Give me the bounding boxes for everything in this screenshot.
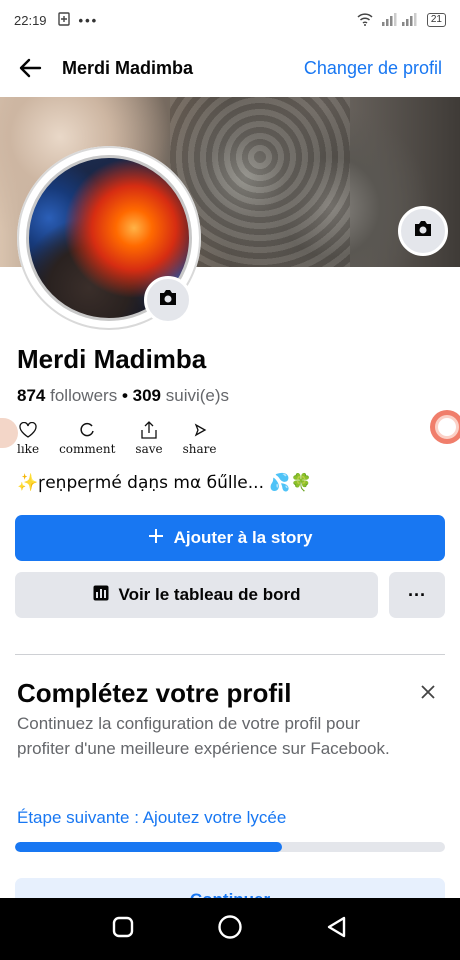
recent-apps-icon[interactable]	[112, 916, 134, 943]
stats-separator: •	[121, 386, 128, 405]
system-nav-bar	[0, 898, 460, 960]
floating-assist-button[interactable]	[430, 410, 460, 444]
reaction-like-label: lıke	[17, 442, 40, 456]
back-arrow-icon[interactable]	[18, 54, 46, 82]
profile-progress-fill	[15, 842, 282, 852]
edit-avatar-button[interactable]	[144, 276, 192, 324]
reaction-like[interactable]: lıke	[17, 420, 39, 456]
status-time: 22:19	[14, 12, 47, 28]
signal-icon	[381, 12, 419, 29]
next-step-link[interactable]: Étape suivante : Ajoutez votre lycée	[17, 808, 286, 828]
edit-cover-button[interactable]	[398, 206, 448, 256]
more-options-label: ···	[408, 584, 426, 605]
reaction-save[interactable]: save	[135, 420, 163, 456]
complete-profile-title: Complétez votre profil	[17, 678, 292, 708]
reaction-row: lıke comment save share	[17, 420, 217, 456]
dashboard-icon	[93, 585, 109, 606]
sim-icon	[57, 11, 71, 29]
followers-count[interactable]: 874	[17, 386, 45, 405]
reaction-comment[interactable]: comment	[59, 420, 115, 456]
plus-icon	[148, 528, 164, 549]
camera-icon	[413, 220, 433, 242]
follow-stats: 874 followers • 309 suivi(e)s	[17, 386, 229, 406]
side-floating-bubble[interactable]	[0, 418, 18, 448]
complete-profile-description: Continuez la configuration de votre prof…	[17, 714, 390, 758]
profile-name: Merdi Madimba	[17, 344, 207, 374]
dashboard-label: Voir le tableau de bord	[118, 585, 301, 604]
more-dots-icon: •••	[78, 12, 99, 28]
more-options-button[interactable]: ···	[389, 572, 445, 618]
add-to-story-label: Ajouter à la story	[173, 528, 313, 547]
top-header: Merdi Madimba Changer de profil	[0, 44, 460, 92]
reaction-save-label: save	[135, 442, 163, 456]
save-icon	[139, 420, 159, 440]
followers-label[interactable]: followers	[50, 386, 117, 405]
page-title: Merdi Madimba	[62, 57, 194, 78]
battery-icon: 21	[426, 13, 446, 27]
comment-icon	[79, 420, 95, 440]
close-icon[interactable]	[420, 680, 436, 706]
share-icon	[193, 420, 207, 440]
switch-profile-link[interactable]: Changer de profil	[304, 58, 442, 79]
heart-icon	[19, 420, 37, 440]
dashboard-button[interactable]: Voir le tableau de bord	[15, 572, 378, 618]
add-to-story-button[interactable]: Ajouter à la story	[15, 515, 445, 561]
back-triangle-icon[interactable]	[326, 916, 348, 943]
camera-icon	[158, 289, 178, 311]
profile-progress-bar	[15, 842, 445, 852]
following-count[interactable]: 309	[133, 386, 161, 405]
home-icon[interactable]	[217, 914, 243, 945]
reaction-comment-label: comment	[59, 442, 116, 456]
status-bar: 22:19 ••• 21	[0, 0, 460, 40]
reaction-share-label: share	[182, 442, 217, 456]
wifi-icon	[357, 12, 373, 29]
section-divider	[15, 654, 445, 655]
following-label[interactable]: suivi(e)s	[166, 386, 229, 405]
profile-bio: ✨ꞅeṇpeꞅmé dạṇs mα бűlle... 💦🍀	[17, 473, 312, 493]
reaction-share[interactable]: share	[183, 420, 217, 456]
